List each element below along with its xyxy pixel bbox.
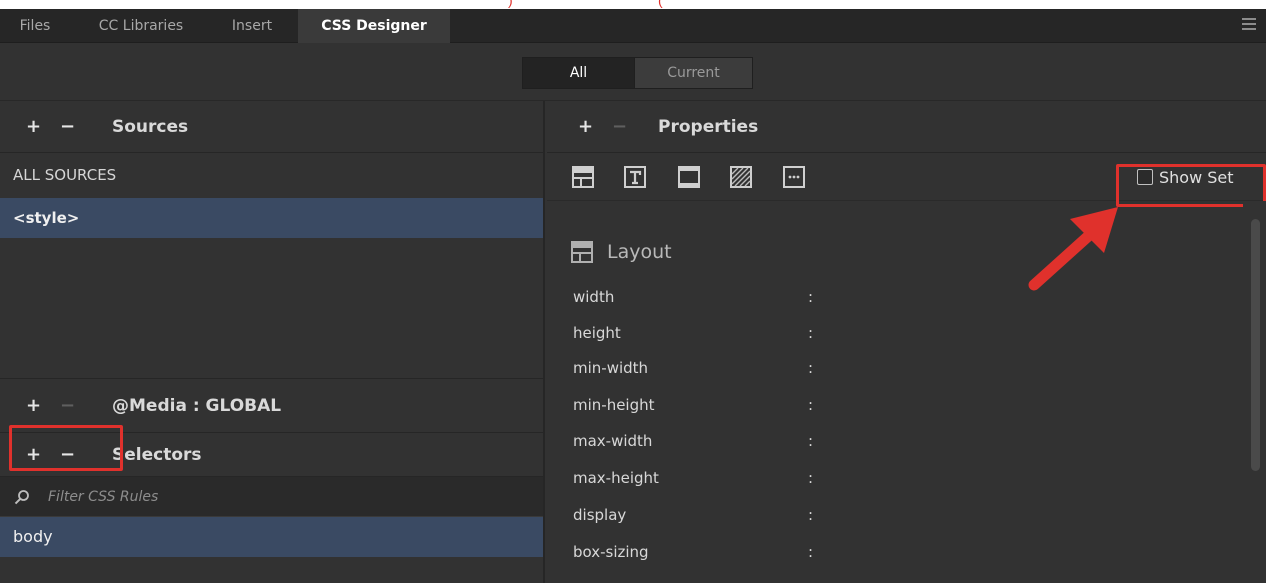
tab-cc-libraries[interactable]: CC Libraries xyxy=(76,9,206,43)
property-colon: : xyxy=(808,506,814,524)
selector-label: body xyxy=(13,527,53,546)
mode-toggle-bar: All Current xyxy=(0,43,1266,101)
tab-insert[interactable]: Insert xyxy=(210,9,294,43)
property-row-max-width[interactable]: max-width : xyxy=(547,427,1243,456)
property-colon: : xyxy=(808,288,814,306)
property-colon: : xyxy=(808,469,814,487)
sources-title: Sources xyxy=(112,117,189,137)
text-icon[interactable] xyxy=(624,166,646,188)
source-item-all-sources[interactable]: ALL SOURCES xyxy=(0,153,543,198)
add-source-button[interactable]: + xyxy=(26,101,41,153)
filter-css-rules-row xyxy=(0,477,543,517)
panel-tab-bar: Files CC Libraries Insert CSS Designer xyxy=(0,9,1266,43)
tab-css-designer[interactable]: CSS Designer xyxy=(298,9,450,43)
properties-pane-header: + − Properties xyxy=(547,101,1266,153)
property-row-height[interactable]: height : xyxy=(547,319,1243,348)
property-row-min-height[interactable]: min-height : xyxy=(547,391,1243,420)
tab-files[interactable]: Files xyxy=(0,9,70,43)
property-row-min-width[interactable]: min-width : xyxy=(547,354,1243,383)
background-icon[interactable] xyxy=(730,166,752,188)
property-name: min-width xyxy=(573,359,649,377)
selectors-title: Selectors xyxy=(112,445,202,465)
property-name: height xyxy=(573,324,621,342)
sources-pane-header: + − Sources xyxy=(0,101,543,153)
property-name: min-height xyxy=(573,396,655,414)
all-mode-button[interactable]: All xyxy=(522,57,635,89)
property-name: display xyxy=(573,506,627,524)
property-name: max-height xyxy=(573,469,659,487)
properties-title: Properties xyxy=(658,117,759,137)
property-name: width xyxy=(573,288,615,306)
layout-section-title: Layout xyxy=(607,241,672,263)
property-colon: : xyxy=(808,359,814,377)
media-title: @Media : GLOBAL xyxy=(112,396,282,416)
property-colon: : xyxy=(808,543,814,561)
add-property-button[interactable]: + xyxy=(578,101,593,153)
property-name: max-width xyxy=(573,432,653,450)
cropped-caption-mark: ) xyxy=(508,0,513,8)
property-colon: : xyxy=(808,324,814,342)
body-annotation-highlight xyxy=(9,425,123,471)
panel-menu-icon[interactable] xyxy=(1242,18,1256,30)
sources-list-empty-area xyxy=(0,238,543,379)
filter-css-rules-input[interactable] xyxy=(48,482,528,512)
properties-scrollbar-thumb[interactable] xyxy=(1251,219,1260,471)
property-row-display[interactable]: display : xyxy=(547,501,1243,530)
border-icon[interactable] xyxy=(678,166,700,188)
layout-icon xyxy=(571,241,593,263)
property-row-width[interactable]: width : xyxy=(547,283,1243,312)
remove-property-button[interactable]: − xyxy=(612,101,627,153)
properties-pane: + − Properties Show Set Layout width: h… xyxy=(547,101,1266,583)
remove-source-button[interactable]: − xyxy=(60,101,75,153)
source-item-style[interactable]: <style> xyxy=(0,198,543,238)
property-name: box-sizing xyxy=(573,543,649,561)
more-icon[interactable] xyxy=(783,166,805,188)
property-colon: : xyxy=(808,396,814,414)
selector-item-body[interactable]: body xyxy=(0,517,543,557)
property-row-max-height[interactable]: max-height : xyxy=(547,464,1243,493)
property-row-box-sizing[interactable]: box-sizing : xyxy=(547,538,1243,567)
layout-icon[interactable] xyxy=(572,166,594,188)
left-column: + − Sources ALL SOURCES <style> + − @Med… xyxy=(0,101,545,583)
cropped-caption-strip: ) ( xyxy=(0,0,1266,9)
current-mode-button[interactable]: Current xyxy=(635,57,753,89)
cropped-caption-mark: ( xyxy=(658,0,663,8)
css-designer-window: Files CC Libraries Insert CSS Designer A… xyxy=(0,9,1266,583)
property-colon: : xyxy=(808,432,814,450)
search-icon xyxy=(14,490,29,505)
